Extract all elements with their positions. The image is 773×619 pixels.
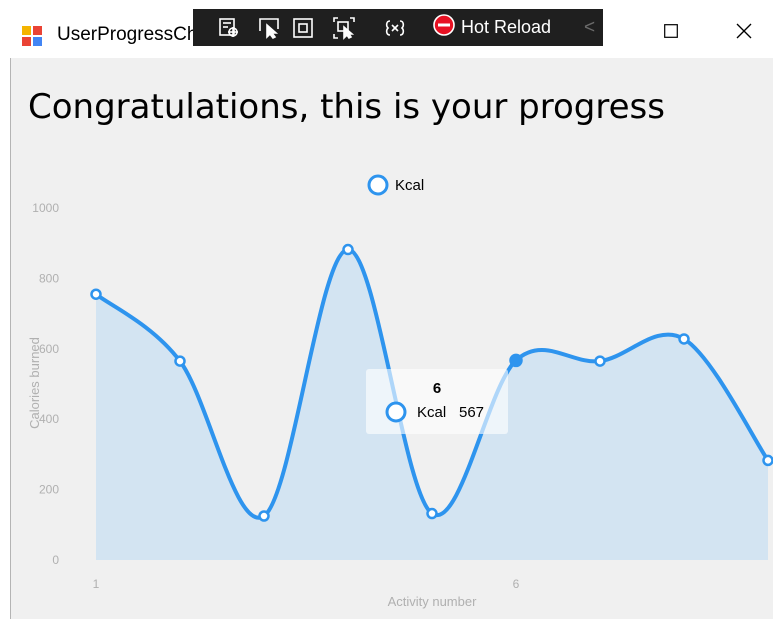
chart-tooltip: 6 Kcal 567 <box>366 369 508 434</box>
window-title: UserProgressCha <box>57 24 208 45</box>
data-point <box>509 353 523 368</box>
y-tick-label: 400 <box>39 412 59 426</box>
main-content: Congratulations, this is your progress 0… <box>11 58 773 619</box>
data-point <box>426 507 438 520</box>
close-icon <box>736 23 752 44</box>
xaml-dev-toolbar: Hot Reload < <box>193 9 603 46</box>
data-point <box>762 454 773 467</box>
legend-marker-kcal <box>367 174 389 196</box>
x-tick-label: 1 <box>93 577 100 591</box>
data-point <box>90 288 102 300</box>
tooltip-value: 567 <box>459 404 484 421</box>
maximize-icon <box>664 23 678 43</box>
hot-reload-stop-icon <box>433 14 455 41</box>
app-window: UserProgressCha Hot Reload < Congratulat… <box>0 0 773 619</box>
chart-legend[interactable]: Kcal <box>367 174 424 196</box>
data-point <box>342 243 354 256</box>
x-axis-label: Activity number <box>388 594 478 609</box>
y-tick-label: 200 <box>39 483 59 497</box>
binding-failures-icon[interactable] <box>380 9 410 46</box>
y-axis-label: Calories burned <box>27 337 42 429</box>
y-tick-label: 800 <box>39 271 59 285</box>
live-visual-tree-icon[interactable] <box>214 9 244 46</box>
y-tick-label: 1000 <box>32 201 59 215</box>
tooltip-series-label: Kcal <box>417 404 446 421</box>
tooltip-box <box>366 369 508 434</box>
hot-reload-label: Hot Reload <box>461 17 552 37</box>
data-point <box>678 333 690 345</box>
data-point <box>174 355 186 367</box>
display-layout-adorners-icon[interactable] <box>288 9 318 46</box>
close-button[interactable] <box>724 16 764 50</box>
legend-label-kcal: Kcal <box>395 177 424 194</box>
progress-chart[interactable]: 0 200 400 600 800 1000 1 6 Calories burned Acti… <box>11 58 773 619</box>
y-tick-label: 0 <box>52 553 59 567</box>
x-tick-label: 6 <box>513 577 520 591</box>
hot-reload-button[interactable]: Hot Reload <box>433 9 551 46</box>
tooltip-title: 6 <box>433 380 441 397</box>
track-focused-element-icon[interactable] <box>327 9 361 46</box>
select-element-icon[interactable] <box>254 9 284 46</box>
app-icon <box>22 26 42 46</box>
maximize-button[interactable] <box>654 16 688 50</box>
data-point <box>258 510 270 522</box>
data-point <box>594 355 606 367</box>
collapse-toolbar-chevron-icon[interactable]: < <box>584 9 595 46</box>
tooltip-marker <box>385 401 407 423</box>
y-tick-label: 600 <box>39 342 59 356</box>
